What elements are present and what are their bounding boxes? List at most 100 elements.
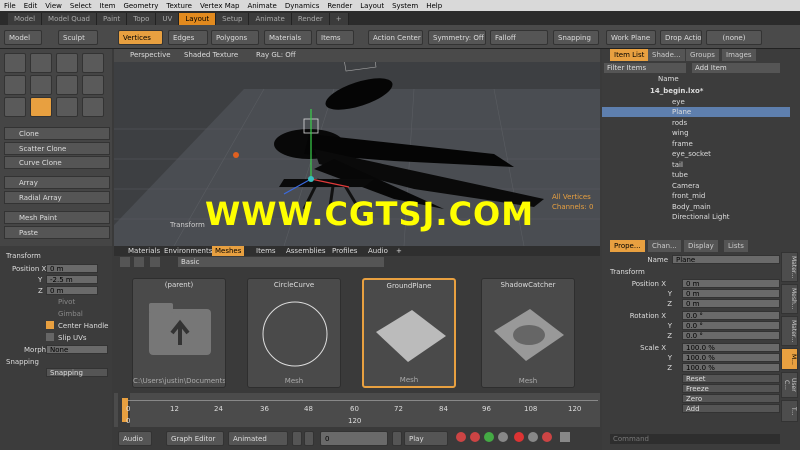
tab-display[interactable]: Display	[684, 240, 718, 252]
reset-dropdown[interactable]: Reset	[682, 374, 780, 383]
tab-properties[interactable]: Prope...	[610, 240, 645, 252]
tab-channels[interactable]: Chan...	[648, 240, 681, 252]
center-handle-checkbox[interactable]	[46, 321, 54, 329]
work-plane-button[interactable]: Work Plane	[606, 30, 656, 45]
menu-view[interactable]: View	[41, 2, 66, 10]
side-tab-user-channels[interactable]: User C...	[781, 372, 798, 398]
add-item-button[interactable]: Add Item	[692, 63, 780, 73]
menu-vertex-map[interactable]: Vertex Map	[196, 2, 244, 10]
side-tab-t[interactable]: T...	[781, 400, 798, 422]
rotate-icon[interactable]	[56, 97, 78, 117]
position-y-field[interactable]: -2.5 m	[46, 275, 98, 284]
perspective-label[interactable]: Perspective	[130, 51, 171, 59]
action-center-dropdown[interactable]: Action Center	[368, 30, 423, 45]
position-z-field[interactable]: 0 m	[46, 286, 98, 295]
rotation-y-field[interactable]: 0.0 °	[682, 321, 780, 330]
timeline[interactable]: 0 12 24 36 48 60 72 84 96 108 120 0 120	[114, 393, 600, 427]
tab-paint[interactable]: Paint	[96, 13, 128, 25]
step-back-icon[interactable]	[392, 431, 402, 446]
menu-render[interactable]: Render	[323, 2, 356, 10]
menu-animate[interactable]: Animate	[243, 2, 280, 10]
tab-items[interactable]: Items	[256, 247, 276, 255]
play-button[interactable]: Play	[404, 431, 448, 446]
drop-action-dropdown[interactable]: (none)	[706, 30, 762, 45]
tab-assemblies[interactable]: Assemblies	[286, 247, 326, 255]
zero-dropdown[interactable]: Zero	[682, 394, 780, 403]
camera-key-icon[interactable]	[542, 432, 552, 442]
sphere-icon[interactable]	[30, 53, 52, 73]
scale-z-field[interactable]: 100.0 %	[682, 363, 780, 372]
add-browser-tab[interactable]: +	[396, 247, 402, 255]
tab-shader-tree[interactable]: Shade...	[648, 49, 685, 61]
up-folder-icon[interactable]	[150, 257, 160, 267]
auto-key-icon[interactable]	[456, 432, 466, 442]
cylinder-icon[interactable]	[56, 53, 78, 73]
falloff-dropdown[interactable]: Falloff	[490, 30, 548, 45]
edges-button[interactable]: Edges	[168, 30, 208, 45]
pivot-label[interactable]: Pivot	[58, 298, 75, 306]
menu-layout[interactable]: Layout	[356, 2, 388, 10]
tab-uv[interactable]: UV	[156, 13, 180, 25]
tab-materials[interactable]: Materials	[128, 247, 160, 255]
cube-icon[interactable]	[4, 53, 26, 73]
tab-images[interactable]: Images	[722, 49, 756, 61]
materials-button[interactable]: Materials	[264, 30, 312, 45]
menu-texture[interactable]: Texture	[162, 2, 196, 10]
slip-uvs-checkbox[interactable]	[46, 333, 54, 341]
graph-editor-button[interactable]: Graph Editor	[166, 431, 224, 446]
morph-dropdown[interactable]: None	[46, 345, 108, 354]
scale-y-field[interactable]: 100.0 %	[682, 353, 780, 362]
list-item[interactable]: Plane	[602, 107, 790, 117]
capsule-icon[interactable]	[4, 75, 26, 95]
position-x-field[interactable]: 0 m	[682, 279, 780, 288]
add-dropdown[interactable]: Add	[682, 404, 780, 413]
tab-environments[interactable]: Environments	[164, 247, 212, 255]
menu-file[interactable]: File	[0, 2, 20, 10]
array-button[interactable]: Array	[4, 176, 110, 189]
list-item[interactable]: tail	[602, 160, 790, 170]
snapping-button[interactable]: Snapping	[553, 30, 599, 45]
shaded-texture-label[interactable]: Shaded Texture	[184, 51, 238, 59]
tab-audio[interactable]: Audio	[368, 247, 388, 255]
vertices-button[interactable]: Vertices	[118, 30, 163, 45]
list-item[interactable]: tube	[602, 170, 790, 180]
position-x-field[interactable]: 0 m	[46, 264, 98, 273]
paste-button[interactable]: Paste	[4, 226, 110, 239]
freeze-dropdown[interactable]: Freeze	[682, 384, 780, 393]
menu-help[interactable]: Help	[422, 2, 446, 10]
tab-model-quad[interactable]: Model Quad	[42, 13, 97, 25]
rotation-x-field[interactable]: 0.0 °	[682, 311, 780, 320]
menu-geometry[interactable]: Geometry	[119, 2, 162, 10]
move-icon[interactable]	[4, 97, 26, 117]
list-item[interactable]: frame	[602, 139, 790, 149]
menu-select[interactable]: Select	[66, 2, 96, 10]
clone-button[interactable]: Clone	[4, 127, 110, 140]
current-frame-field[interactable]: 0	[320, 431, 388, 446]
position-z-field[interactable]: 0 m	[682, 299, 780, 308]
tab-model[interactable]: Model	[8, 13, 43, 25]
scale-x-field[interactable]: 100.0 %	[682, 343, 780, 352]
tab-animate[interactable]: Animate	[249, 13, 292, 25]
tab-render[interactable]: Render	[291, 13, 330, 25]
preset-card-parent[interactable]: (parent) C:\Users\justin\Documents\...	[132, 278, 226, 388]
filter-items-field[interactable]: Filter Items	[604, 63, 686, 73]
command-input[interactable]: Command	[610, 434, 780, 444]
previous-key-icon[interactable]	[304, 431, 314, 446]
set-key-icon[interactable]	[470, 432, 480, 442]
symmetry-dropdown[interactable]: Symmetry: Off	[428, 30, 486, 45]
tab-profiles[interactable]: Profiles	[332, 247, 357, 255]
key-filter-icon[interactable]	[484, 432, 494, 442]
snapping-toggle[interactable]: Snapping	[46, 368, 108, 377]
ray-gl-label[interactable]: Ray GL: Off	[256, 51, 296, 59]
preset-card-circlecurve[interactable]: CircleCurve Mesh	[247, 278, 341, 388]
list-item[interactable]: rods	[602, 118, 790, 128]
tab-groups[interactable]: Groups	[686, 49, 719, 61]
add-tab-button[interactable]: +	[329, 13, 349, 25]
rotation-z-field[interactable]: 0.0 °	[682, 331, 780, 340]
side-tab-m[interactable]: M...	[781, 348, 798, 370]
menu-edit[interactable]: Edit	[20, 2, 42, 10]
scene-root-item[interactable]: 14_begin.lxo*	[602, 86, 790, 96]
menu-system[interactable]: System	[388, 2, 422, 10]
tab-topo[interactable]: Topo	[127, 13, 157, 25]
animated-dropdown[interactable]: Animated	[228, 431, 288, 446]
